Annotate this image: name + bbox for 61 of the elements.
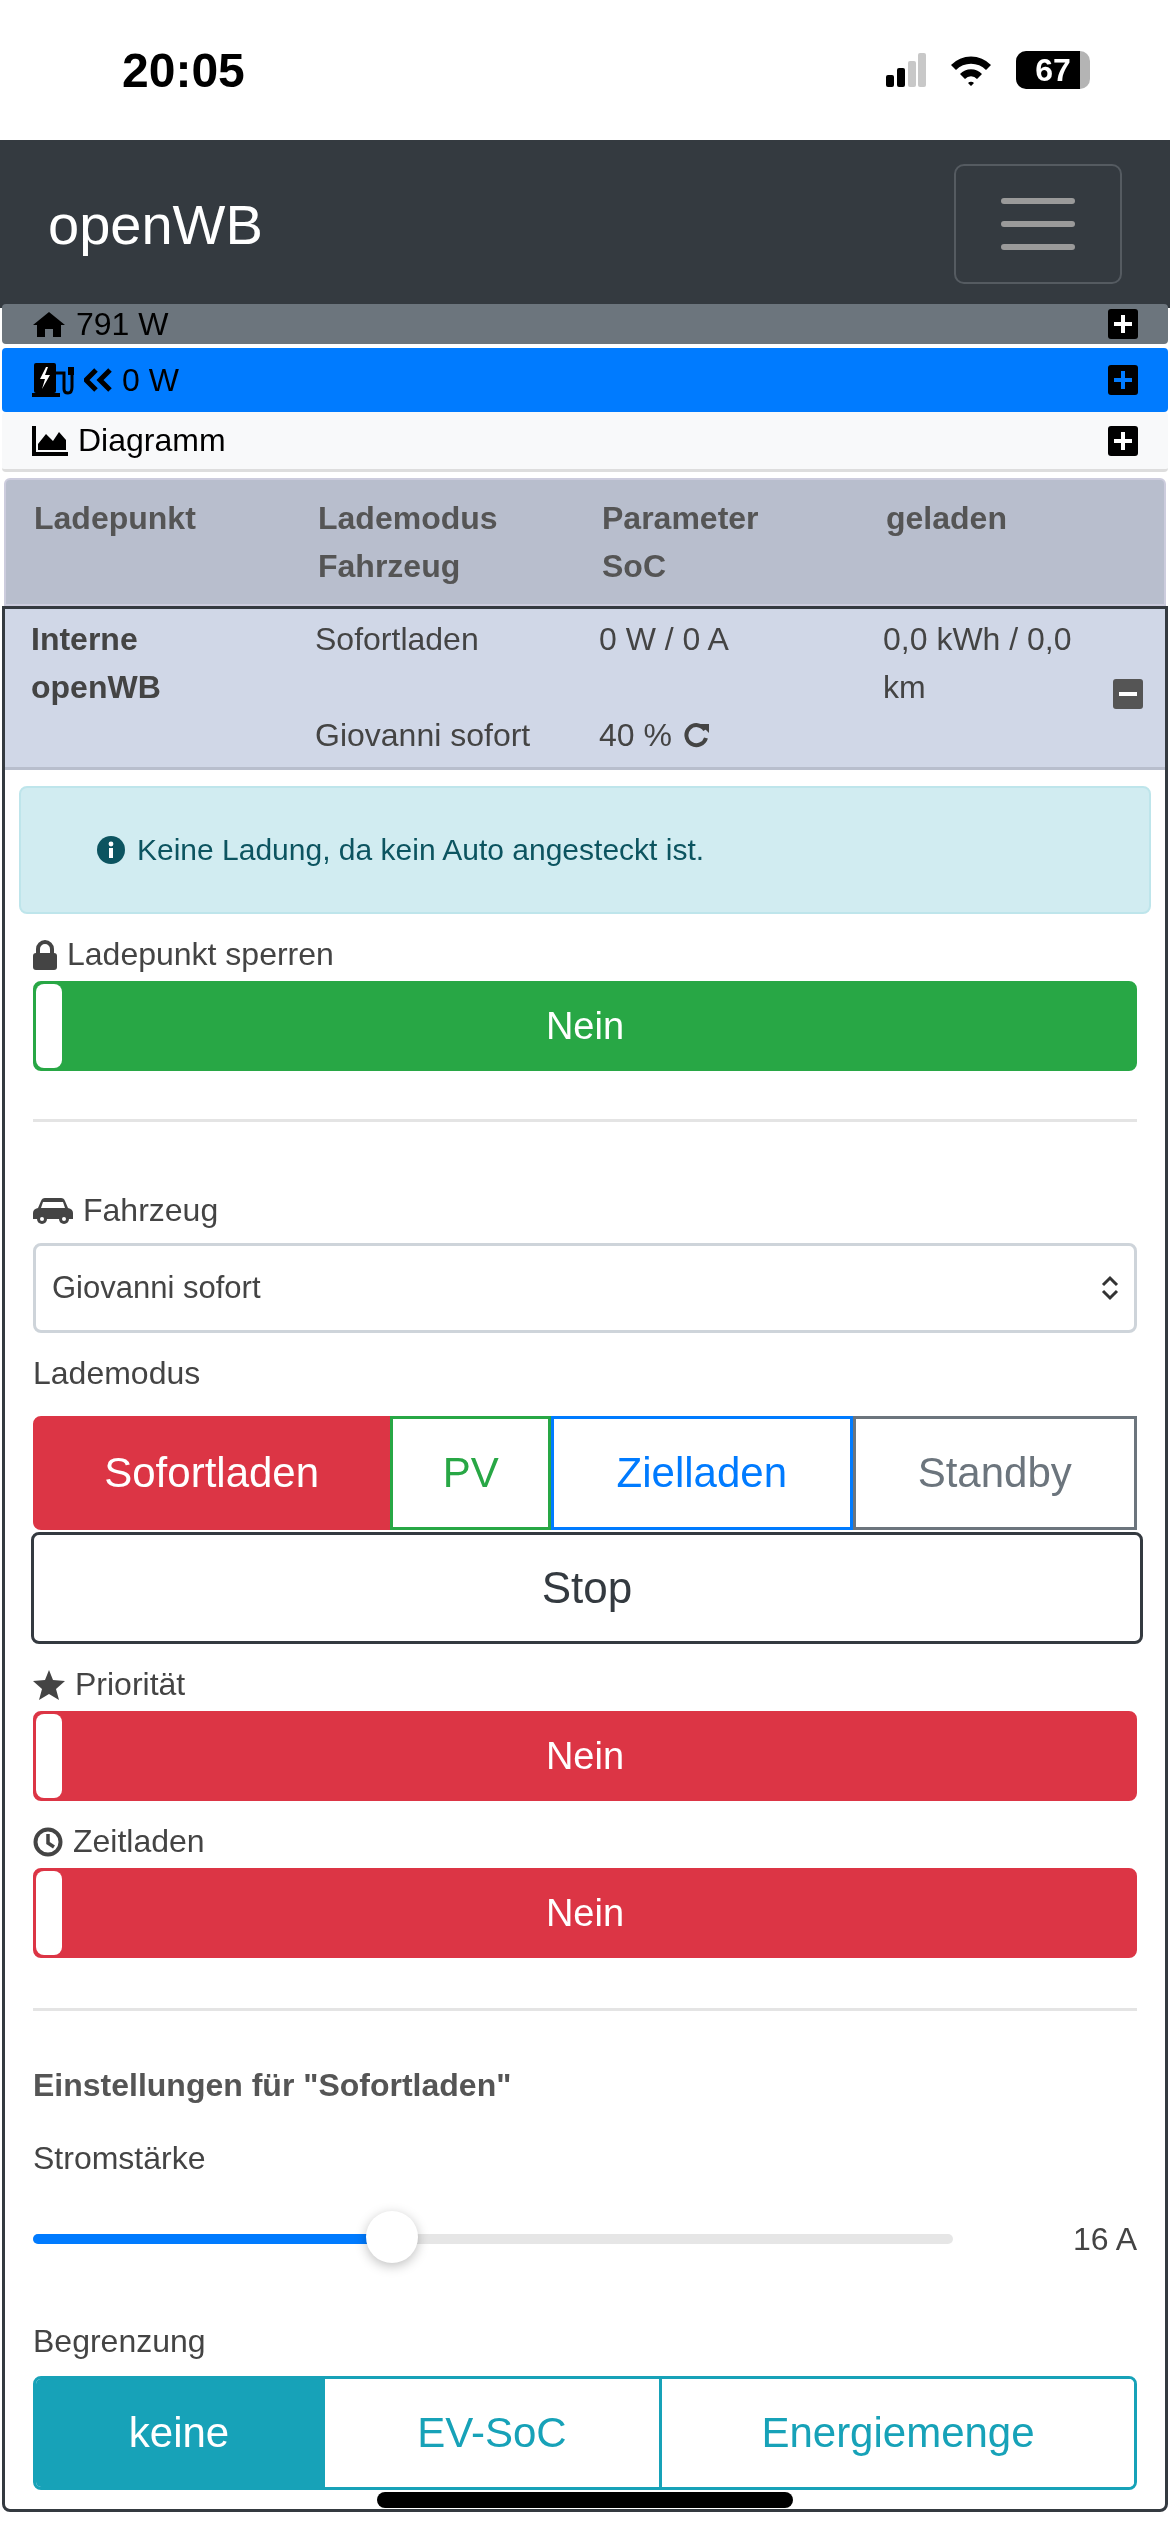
select-arrows-icon [1100,1274,1120,1302]
car-icon [33,1196,73,1225]
status-time: 20:05 [122,42,245,98]
star-icon [33,1669,65,1700]
column-header: Lademodus [318,499,499,538]
column-header: geladen [886,499,1008,538]
mode-button[interactable]: PV [390,1416,552,1530]
table-row[interactable]: Interne openWB Sofortladen Giovanni sofort 0 W / 0 A 40 % 0,0 kWh / 0,0 km [5,609,1165,770]
table-cell-text: 0 W / 0 A [599,620,730,659]
limit-button[interactable]: keine [36,2379,322,2487]
toggle-switch[interactable]: Nein [33,1868,1137,1958]
summary-row[interactable]: 0 W [2,348,1168,412]
summary-row[interactable]: 791 W [2,304,1168,344]
limit-button[interactable]: Energiemenge [659,2379,1134,2487]
table-cell-text: Sofortladen [315,620,480,659]
column-header: Ladepunkt [34,499,197,538]
double-chevron-icon [84,368,112,392]
field-label: Priorität [75,1666,186,1703]
table-cell-text: 40 % [599,716,672,755]
signal-icon [886,53,926,87]
summary-row[interactable]: Diagramm [2,412,1168,472]
refresh-icon[interactable] [683,722,710,748]
summary-text: 791 W [76,305,169,343]
house-icon [32,311,66,337]
mode-button[interactable]: Standby [852,1416,1137,1530]
mode-button[interactable]: Sofortladen [33,1416,391,1530]
info-icon [97,836,125,864]
field-label: Begrenzung [33,2323,206,2360]
section-title: Einstellungen für "Sofortladen" [33,2067,513,2104]
vehicle-select[interactable]: Giovanni sofort [33,1243,1137,1333]
expand-icon[interactable] [1108,425,1138,456]
field-label: Lademodus [33,1355,201,1392]
alert-text: Keine Ladung, da kein Auto angesteckt ist. [137,833,705,867]
column-header: Fahrzeug [318,547,462,586]
table-cell-text: Interne openWB [31,620,162,707]
table-cell-text: Giovanni sofort [315,716,532,755]
mode-button[interactable]: Zielladen [551,1416,853,1530]
field-label: Zeitladen [73,1823,205,1860]
column-header: SoC [602,547,667,586]
field-label: Stromstärke [33,2140,206,2177]
summary-text: Diagramm [78,422,226,459]
battery-icon: 67 [1016,51,1090,89]
menu-button[interactable] [954,164,1122,284]
menu-icon [1001,198,1075,250]
toggle-switch[interactable]: Nein [33,1711,1137,1801]
slider-value: 16 A [1072,2220,1137,2258]
field-label: Ladepunkt sperren [67,936,334,973]
expand-icon[interactable] [1108,309,1138,339]
toggle-switch[interactable]: Nein [33,981,1137,1071]
clock-icon [33,1826,63,1857]
field-label: Fahrzeug [83,1192,219,1229]
slider-thumb[interactable] [365,2211,418,2263]
area-chart-icon [32,425,68,456]
column-header: Parameter [602,499,760,538]
collapse-icon[interactable] [1113,679,1143,709]
table-cell-text: 0,0 kWh / 0,0 km [883,620,1073,707]
stop-button[interactable]: Stop [31,1532,1143,1644]
summary-text: 0 W [122,361,179,399]
brand-title[interactable]: openWB [48,191,263,257]
lock-icon [33,939,57,970]
charging-station-icon [32,363,74,397]
